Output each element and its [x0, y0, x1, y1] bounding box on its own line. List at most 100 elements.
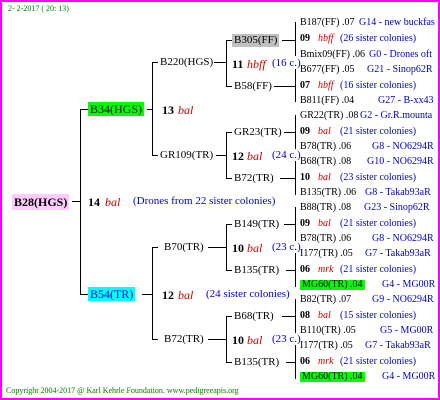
gen4-num: 06 — [300, 356, 310, 367]
connector — [295, 22, 296, 56]
gen4-dam[interactable]: B811(FF) .04 — [300, 96, 354, 106]
dam-bottom-num: 12 — [162, 288, 174, 302]
gen4-breed: hbff — [318, 80, 334, 91]
gen4-sire-mating: G9 - NO6294R — [372, 294, 434, 305]
gen4-note: (21 sister colonies) — [340, 356, 417, 367]
gen3-d2[interactable]: B135(TR) — [234, 357, 279, 368]
print-date: 2- 2-2017 ( 20: 13) — [8, 4, 69, 13]
gen4-dam-mating: G4 - MG00R — [382, 371, 436, 382]
gen4-sire-mating: G7 - Takab93aR — [365, 340, 431, 351]
connector — [147, 109, 152, 110]
gen2-c-note: (23 c.) — [272, 241, 301, 253]
gen2-d[interactable]: B72(TR) — [164, 334, 204, 345]
connector — [152, 339, 158, 340]
dam-bottom[interactable]: B54(TR) — [88, 287, 136, 301]
gen4-dam[interactable]: MG60(TR) .04 — [300, 372, 365, 382]
gen4-dam-mating: G5 - MG00R — [380, 325, 434, 336]
gen4-breed: bal — [318, 172, 331, 183]
gen3-a2[interactable]: B58(FF) — [234, 81, 272, 92]
dam-bottom-note: (24 sister colonies) — [206, 288, 290, 300]
sire-top[interactable]: B34(HGS) — [88, 102, 145, 116]
connector — [226, 316, 232, 317]
connector — [284, 224, 295, 225]
connector — [226, 132, 232, 133]
gen4-breed: bal — [318, 218, 331, 229]
gen3-c1[interactable]: B149(TR) — [234, 219, 279, 230]
gen4-sire[interactable]: I177(TR) .05 — [300, 249, 353, 259]
gen3-b2[interactable]: B72(TR) — [234, 173, 274, 184]
gen4-dam-mating: G8 - Takab93aR — [365, 187, 431, 198]
gen4-dam[interactable]: B78(TR) .06 — [300, 142, 351, 152]
connector — [226, 86, 232, 87]
connector — [226, 362, 232, 363]
connector — [226, 178, 232, 179]
connector — [226, 224, 227, 270]
gen4-dam[interactable]: B78(TR) .06 — [300, 234, 351, 244]
connector — [295, 345, 296, 379]
gen4-breed: hbff — [318, 33, 334, 44]
gen4-breed: mrk — [318, 264, 334, 275]
gen4-breed: bal — [318, 310, 331, 321]
connector — [295, 161, 296, 195]
connector — [214, 62, 226, 63]
gen3-c2[interactable]: B135(TR) — [234, 265, 279, 276]
connector — [282, 40, 295, 41]
gen4-sire[interactable]: B68(TR) .08 — [300, 157, 351, 167]
gen4-sire[interactable]: B82(TR) .07 — [300, 295, 351, 305]
root-num: 14 — [88, 195, 100, 209]
gen4-dam[interactable]: B135(TR) .06 — [300, 188, 356, 198]
connector — [286, 270, 295, 271]
gen4-num: 10 — [300, 172, 310, 183]
gen3-b1[interactable]: GR23(TR) — [234, 127, 282, 138]
gen4-dam-mating: G4 - MG00R — [382, 279, 436, 290]
gen3-d1[interactable]: B68(TR) — [234, 311, 274, 322]
dam-bottom-breed: bal — [178, 288, 194, 302]
gen3-a1[interactable]: B305(FF) — [232, 34, 280, 47]
gen2-a-note: (16 c.) — [272, 57, 301, 69]
gen4-dam-mating: G8 - NO6294R — [372, 233, 434, 244]
gen4-sire[interactable]: I177(TR) .05 — [300, 341, 353, 351]
gen4-dam[interactable]: Bmix09(FF) .06 — [300, 50, 365, 60]
sire-top-breed: bal — [178, 103, 194, 117]
connector — [72, 201, 80, 202]
connector — [80, 109, 81, 295]
connector — [208, 247, 226, 248]
gen4-sire[interactable]: GR22(TR) .08 — [300, 111, 358, 121]
gen2-b[interactable]: GR109(TR) — [160, 150, 213, 161]
gen4-sire-mating: G21 - Sinop62R — [367, 64, 433, 75]
gen2-a-num: 11 — [232, 57, 244, 71]
gen4-sire-mating: G23 - Sinop62R — [364, 202, 430, 213]
gen2-c-num: 10 — [232, 241, 244, 255]
gen4-note: (21 sister colonies) — [340, 218, 417, 229]
gen4-dam[interactable]: B110(TR) .05 — [300, 326, 356, 336]
connector — [295, 299, 296, 333]
gen2-d-breed: bal — [247, 333, 263, 347]
connector — [216, 155, 226, 156]
gen2-d-note: (23 c.) — [272, 333, 301, 345]
connector — [274, 86, 295, 87]
gen2-a[interactable]: B220(HGS) — [160, 57, 213, 68]
connector — [226, 132, 227, 178]
gen2-b-note: (24 c.) — [272, 149, 301, 161]
gen2-a-breed: hbff — [247, 57, 266, 71]
connector — [226, 40, 227, 86]
gen4-dam-mating: G27 - B-xx43 — [378, 95, 434, 106]
gen4-num: 07 — [300, 80, 310, 91]
connector — [226, 270, 232, 271]
gen4-dam-mating: G0 - Drones oft — [369, 49, 433, 60]
gen4-sire-mating: G2 - Gr.R.mounta — [360, 110, 433, 121]
connector — [286, 362, 295, 363]
connector — [295, 253, 296, 287]
gen4-sire[interactable]: B677(FF) .05 — [300, 65, 354, 75]
gen4-sire[interactable]: B187(FF) .07 — [300, 18, 354, 28]
pedigree-chart: 2- 2-2017 ( 20: 13) Copyright 2004-2017 … — [2, 2, 438, 398]
gen4-sire[interactable]: B88(TR) .08 — [300, 203, 351, 213]
connector — [80, 294, 88, 295]
root-queen[interactable]: B28(HGS) — [12, 194, 70, 210]
connector — [226, 316, 227, 362]
gen2-c[interactable]: B70(TR) — [164, 242, 204, 253]
gen4-sire-mating: G14 - new buckfas — [359, 17, 435, 28]
gen4-dam[interactable]: MG60(TR) .04 — [300, 280, 365, 290]
gen4-sire-mating: G7 - Takab93aR — [365, 248, 431, 259]
gen2-d-num: 10 — [232, 333, 244, 347]
